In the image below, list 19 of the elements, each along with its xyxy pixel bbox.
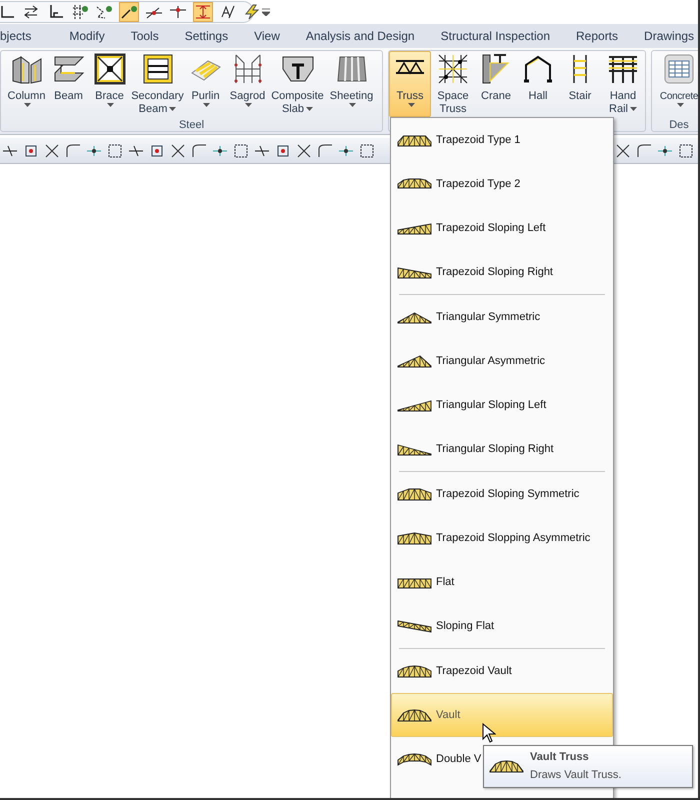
menu-item-label: Trapezoid Type 1 bbox=[436, 132, 520, 148]
group-label: Des bbox=[668, 118, 690, 132]
menu-item-label: Triangular Symmetric bbox=[436, 310, 540, 325]
menu-item-label: Trapezoid Sloping Left bbox=[436, 220, 546, 236]
menu-item-label: Trapezoid Sloping Right bbox=[436, 264, 553, 280]
tooltip-title: Vault Truss bbox=[530, 750, 590, 764]
menu-item-label: Triangular Asymmetric bbox=[436, 354, 546, 369]
menu-item-label: Vault bbox=[436, 708, 460, 723]
tooltip-text: Draws Vault Truss. bbox=[530, 768, 622, 782]
group-label: Steel bbox=[178, 118, 206, 132]
menu-item-label: Trapezoid Slopping Asymmetric bbox=[436, 530, 590, 546]
menu-item-label: Trapezoid Type 2 bbox=[436, 176, 520, 192]
menu-item-label: Triangular Sloping Right bbox=[436, 442, 554, 457]
menu-item-label: Flat bbox=[436, 574, 454, 590]
menu-item-label: Trapezoid Vault bbox=[436, 664, 512, 679]
menu-item-label: Sloping Flat bbox=[436, 618, 494, 634]
menu-item-label: Triangular Sloping Left bbox=[436, 398, 546, 413]
menu-item-label: Double V bbox=[436, 752, 482, 767]
menu-item-label: Trapezoid Sloping Symmetric bbox=[436, 486, 580, 502]
